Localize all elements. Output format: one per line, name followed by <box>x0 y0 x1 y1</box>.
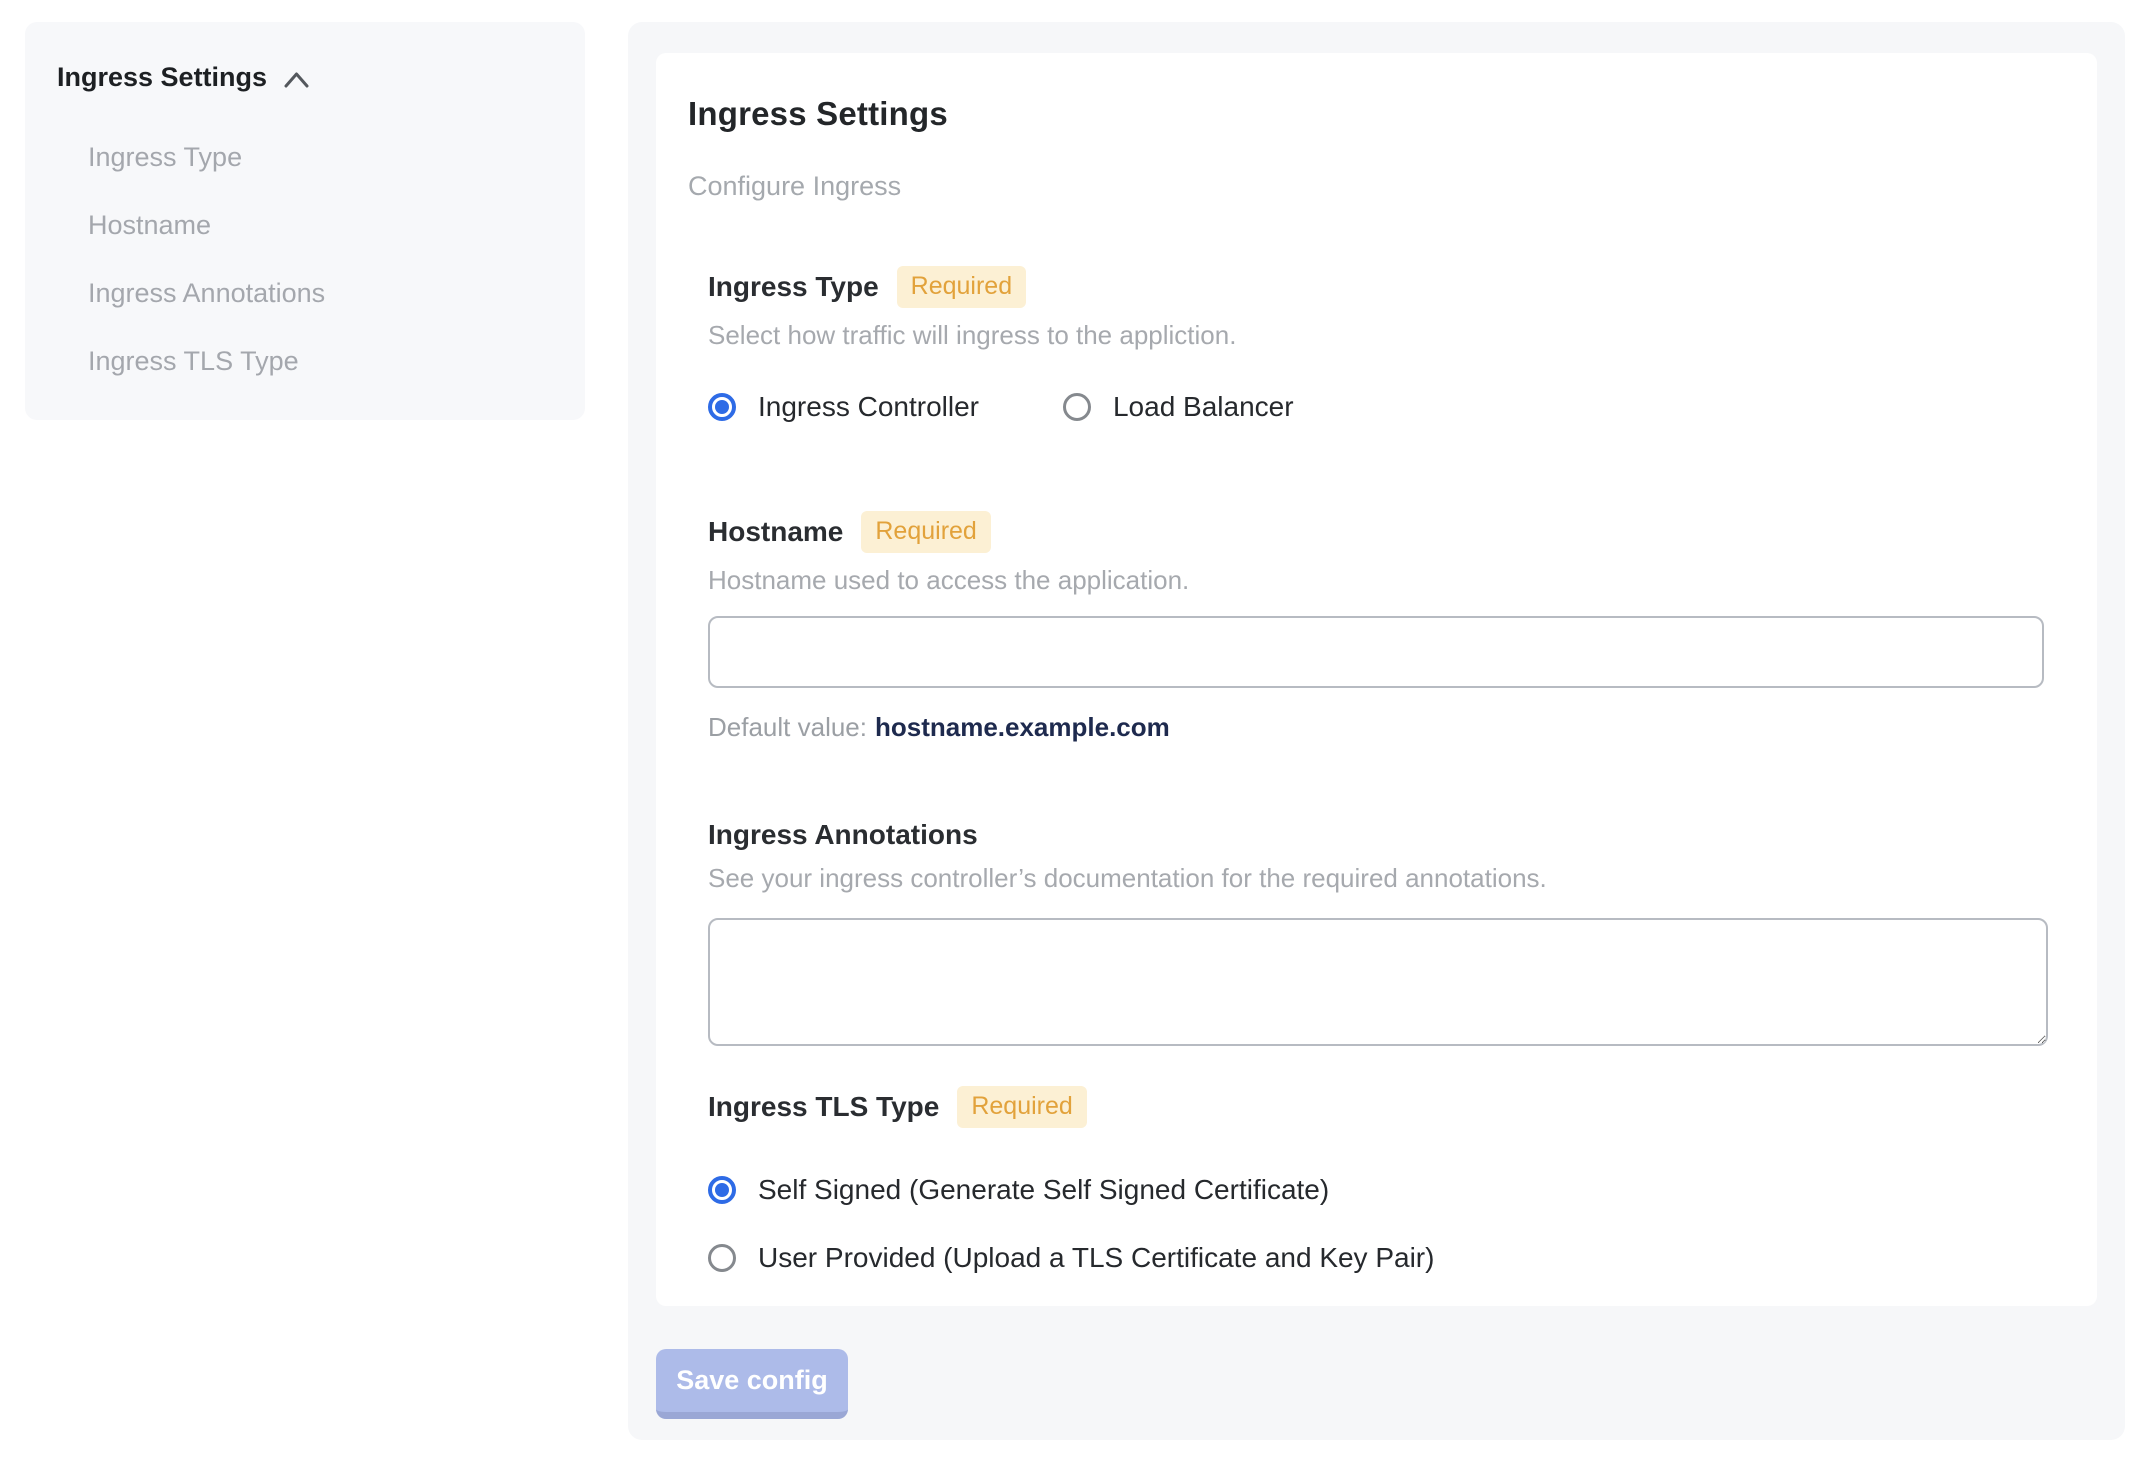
radio-self-signed-label: Self Signed (Generate Self Signed Certif… <box>758 1174 1330 1205</box>
section-ingress-annotations: Ingress Annotations See your ingress con… <box>708 819 2049 1046</box>
hostname-input[interactable] <box>708 616 2044 688</box>
sidebar-item-ingress-type[interactable]: Ingress Type <box>88 123 585 191</box>
section-ingress-type: Ingress Type Required Select how traffic… <box>708 266 2049 423</box>
section-ingress-tls-type: Ingress TLS Type Required Self Signed (G… <box>708 1086 2049 1274</box>
sidebar-item-hostname[interactable]: Hostname <box>88 191 585 259</box>
required-badge: Required <box>861 511 991 553</box>
radio-load-balancer[interactable]: Load Balancer <box>1062 391 1294 423</box>
required-badge: Required <box>896 266 1027 308</box>
default-value-text: hostname.example.com <box>874 712 1170 742</box>
config-nav-sidebar: Ingress Settings Ingress Type Hostname I… <box>25 22 585 420</box>
sidebar-item-ingress-annotations[interactable]: Ingress Annotations <box>88 259 585 327</box>
radio-selected-icon <box>708 393 736 421</box>
default-value-prefix: Default value: <box>708 712 867 742</box>
radio-self-signed[interactable]: Self Signed (Generate Self Signed Certif… <box>708 1174 2049 1206</box>
radio-user-provided[interactable]: User Provided (Upload a TLS Certificate … <box>708 1242 2049 1274</box>
sidebar-item-list: Ingress Type Hostname Ingress Annotation… <box>57 123 585 395</box>
section-hostname: Hostname Required Hostname used to acces… <box>708 511 2049 743</box>
hostname-label: Hostname <box>708 516 844 547</box>
tls-radio-group: Self Signed (Generate Self Signed Certif… <box>708 1174 2049 1274</box>
sidebar-item-ingress-tls-type[interactable]: Ingress TLS Type <box>88 327 585 395</box>
ingress-type-radio-group: Ingress Controller Load Balancer <box>708 391 2049 423</box>
save-config-button[interactable]: Save config <box>656 1349 848 1419</box>
ingress-type-label: Ingress Type <box>708 271 879 302</box>
tls-label: Ingress TLS Type <box>708 1091 940 1122</box>
radio-load-balancer-label: Load Balancer <box>1112 391 1294 422</box>
radio-selected-icon <box>708 1176 736 1204</box>
annotations-textarea[interactable] <box>708 918 2048 1046</box>
radio-unselected-icon <box>708 1244 736 1272</box>
required-badge: Required <box>957 1086 1087 1128</box>
sidebar-group-ingress-settings[interactable]: Ingress Settings <box>57 62 585 93</box>
radio-unselected-icon <box>1062 393 1091 421</box>
page-title: Ingress Settings <box>688 95 948 132</box>
form-sections: Ingress Type Required Select how traffic… <box>708 266 2049 1274</box>
ingress-type-description: Select how traffic will ingress to the a… <box>708 320 1237 350</box>
annotations-description: See your ingress controller’s documentat… <box>708 863 1547 893</box>
hostname-default-line: Default value: hostname.example.com <box>708 712 2049 743</box>
page-subtitle: Configure Ingress <box>688 171 902 201</box>
radio-ingress-controller[interactable]: Ingress Controller <box>708 391 979 423</box>
radio-user-provided-label: User Provided (Upload a TLS Certificate … <box>758 1242 1435 1273</box>
radio-ingress-controller-label: Ingress Controller <box>758 391 979 422</box>
annotations-label-row: Ingress Annotations <box>708 819 2049 851</box>
ingress-type-label-row: Ingress Type Required <box>708 266 2049 308</box>
hostname-label-row: Hostname Required <box>708 511 2049 553</box>
annotations-label: Ingress Annotations <box>708 819 978 850</box>
hostname-description: Hostname used to access the application. <box>708 565 1190 595</box>
ingress-settings-card: Ingress Settings Configure Ingress Ingre… <box>656 53 2097 1306</box>
config-main-panel: Ingress Settings Configure Ingress Ingre… <box>628 22 2125 1440</box>
chevron-up-icon <box>284 72 309 87</box>
tls-label-row: Ingress TLS Type Required <box>708 1086 2049 1128</box>
sidebar-group-label: Ingress Settings <box>57 62 268 92</box>
